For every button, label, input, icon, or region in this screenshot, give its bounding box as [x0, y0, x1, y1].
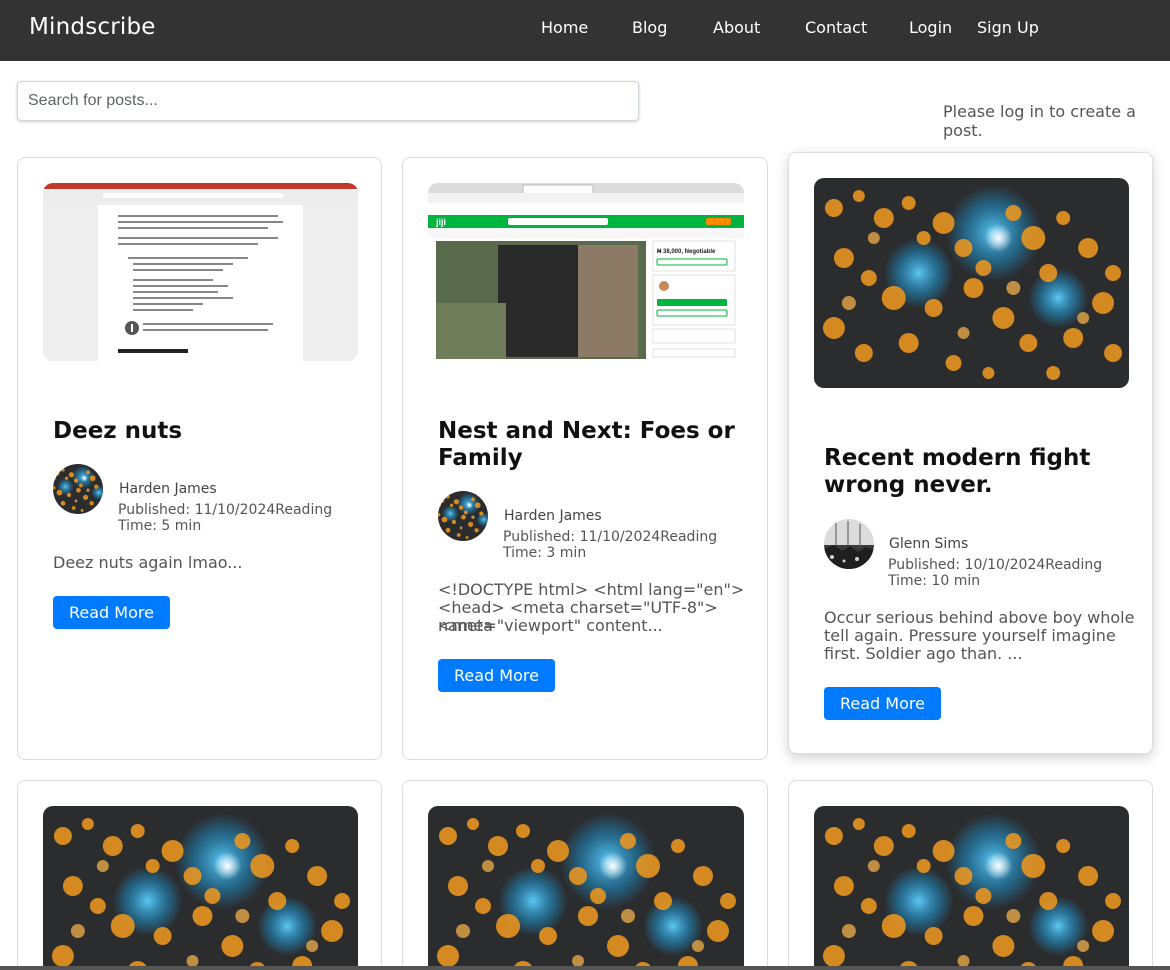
post-title[interactable]: Nest and Next: Foes or: [438, 418, 735, 445]
login-hint-text: Please log in to create a post.: [943, 102, 1136, 140]
nav-link-login[interactable]: Login: [909, 18, 952, 37]
read-more-button[interactable]: Read More: [438, 659, 555, 692]
author-avatar: [53, 464, 103, 514]
post-excerpt: Deez nuts again lmao...: [53, 553, 243, 572]
post-title[interactable]: Deez nuts: [53, 418, 182, 445]
author-avatar: [824, 519, 874, 569]
post-excerpt: <!DOCTYPE html> <html lang="en">: [438, 580, 745, 599]
post-excerpt-line3: name="viewport" content...: [438, 616, 663, 635]
site-brand[interactable]: Mindscribe: [29, 14, 156, 40]
marketplace-price: ₦ 38,000, Negotiable: [657, 249, 716, 255]
post-thumbnail-bokeh: [814, 806, 1129, 970]
author-name: Glenn Sims: [889, 536, 969, 552]
search-input[interactable]: [18, 82, 638, 120]
search-box: [17, 81, 639, 121]
post-title-line2[interactable]: wrong never.: [824, 472, 993, 499]
post-card: [788, 780, 1153, 970]
nav-link-home[interactable]: Home: [541, 18, 588, 37]
author-avatar: [438, 491, 488, 541]
read-more-button[interactable]: Read More: [824, 687, 941, 720]
post-card: [17, 780, 382, 970]
post-excerpt-line3: first. Soldier ago than. ...: [824, 644, 1023, 663]
reading-time: Time: 10 min: [888, 573, 981, 589]
post-excerpt: Occur serious behind above boy whole: [824, 608, 1135, 627]
post-thumbnail-bokeh: [814, 178, 1129, 388]
read-more-button[interactable]: Read More: [53, 596, 170, 629]
post-card: Deez nuts Harden James Published: 11/10/…: [17, 157, 382, 760]
publish-meta: Published: 11/10/2024Reading: [118, 502, 333, 518]
window-bottom-edge: [0, 966, 1170, 970]
author-name: Harden James: [119, 481, 217, 497]
author-name: Harden James: [504, 508, 602, 524]
post-card: jiji ₦ 38,000, Negotiable Nest and Next:…: [402, 157, 768, 760]
post-excerpt-line2: tell again. Pressure yourself imagine: [824, 626, 1116, 645]
publish-meta: Published: 11/10/2024Reading: [503, 529, 718, 545]
nav-link-signup[interactable]: Sign Up: [977, 18, 1039, 37]
post-thumbnail-document: [43, 183, 358, 361]
post-title-line2[interactable]: Family: [438, 445, 523, 472]
post-card: Recent modern fight wrong never. Glenn S…: [788, 152, 1153, 754]
post-thumbnail-marketplace: jiji ₦ 38,000, Negotiable: [428, 183, 744, 361]
post-title[interactable]: Recent modern fight: [824, 445, 1090, 472]
reading-time: Time: 3 min: [503, 545, 587, 561]
top-navbar: Mindscribe Home Blog About Contact Login…: [0, 0, 1170, 61]
post-card: [402, 780, 768, 970]
nav-link-blog[interactable]: Blog: [632, 18, 667, 37]
post-thumbnail-bokeh: [428, 806, 744, 970]
marketplace-logo: jiji: [435, 217, 446, 227]
nav-link-contact[interactable]: Contact: [805, 18, 867, 37]
post-thumbnail-bokeh: [43, 806, 358, 970]
reading-time: Time: 5 min: [118, 518, 202, 534]
publish-meta: Published: 10/10/2024Reading: [888, 557, 1103, 573]
nav-link-about[interactable]: About: [713, 18, 760, 37]
